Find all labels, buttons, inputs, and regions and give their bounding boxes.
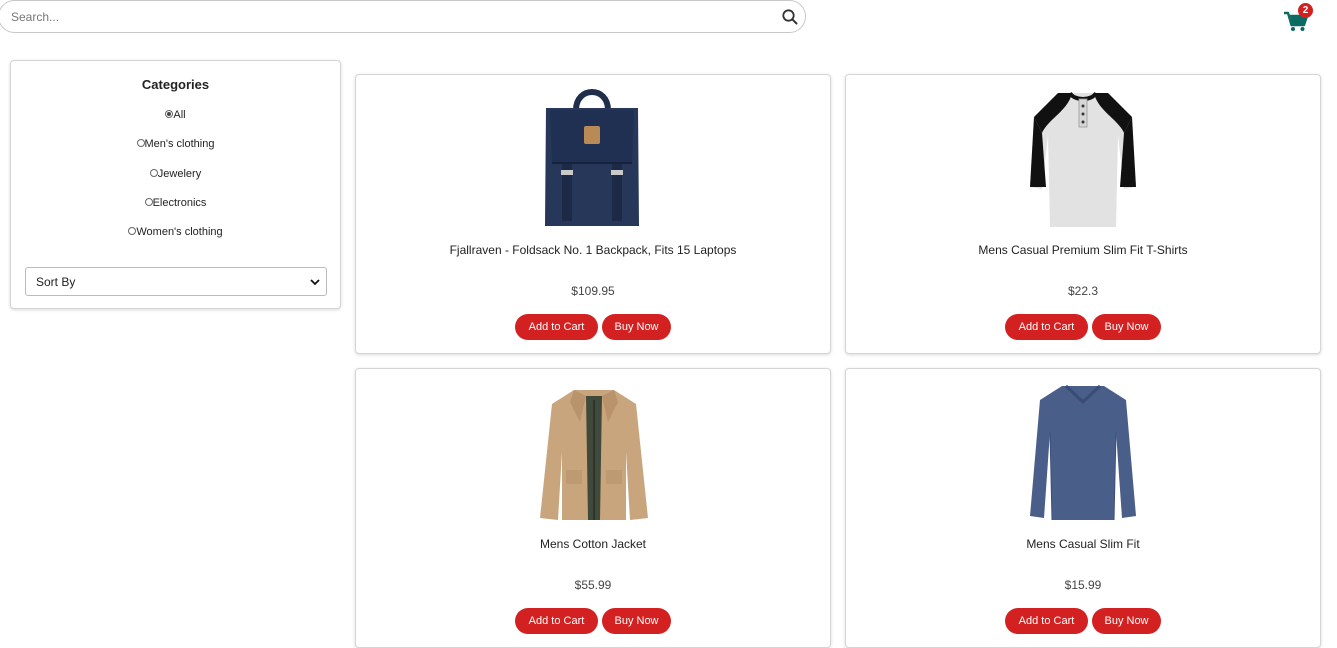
radio-button[interactable] — [144, 198, 153, 207]
product-card: Mens Casual Slim Fit $15.99 Add to Cart … — [845, 368, 1321, 648]
cart-count-badge: 2 — [1298, 3, 1313, 18]
product-card: Mens Casual Premium Slim Fit T-Shirts $2… — [845, 74, 1321, 354]
radio-button[interactable] — [136, 139, 145, 148]
product-title[interactable]: Mens Casual Slim Fit — [846, 537, 1320, 551]
search-icon[interactable] — [781, 8, 799, 26]
product-image — [1030, 91, 1136, 227]
product-price: $109.95 — [571, 284, 615, 298]
category-all[interactable]: All — [11, 109, 340, 121]
product-image — [1030, 384, 1136, 521]
category-mens-clothing[interactable]: Men's clothing — [11, 138, 340, 150]
product-image — [545, 89, 639, 226]
radio-button[interactable] — [149, 169, 158, 178]
product-card: Mens Cotton Jacket $55.99 Add to Cart Bu… — [355, 368, 831, 648]
product-title[interactable]: Fjallraven - Foldsack No. 1 Backpack, Fi… — [356, 243, 830, 257]
product-card: Fjallraven - Foldsack No. 1 Backpack, Fi… — [355, 74, 831, 354]
product-title[interactable]: Mens Casual Premium Slim Fit T-Shirts — [846, 243, 1320, 257]
product-price: $22.3 — [1067, 284, 1099, 298]
category-label: Jewelery — [157, 168, 202, 180]
buy-now-button[interactable]: Buy Now — [1092, 314, 1161, 340]
chevron-down-icon — [310, 279, 320, 286]
category-label: Electronics — [152, 197, 207, 209]
category-label: All — [173, 109, 186, 121]
add-to-cart-button[interactable]: Add to Cart — [515, 608, 598, 634]
buy-now-button[interactable]: Buy Now — [602, 608, 671, 634]
add-to-cart-button[interactable]: Add to Cart — [515, 314, 598, 340]
buy-now-button[interactable]: Buy Now — [602, 314, 671, 340]
categories-title: Categories — [141, 77, 210, 92]
add-to-cart-button[interactable]: Add to Cart — [1005, 608, 1088, 634]
product-price: $15.99 — [1064, 578, 1102, 592]
sort-by-select[interactable]: Sort By — [25, 267, 327, 296]
filter-sidebar: Categories All Men's clothing Jewelery E… — [10, 60, 341, 309]
add-to-cart-button[interactable]: Add to Cart — [1005, 314, 1088, 340]
search-bar — [0, 0, 806, 33]
product-price: $55.99 — [574, 578, 612, 592]
sort-by-label: Sort By — [36, 275, 76, 289]
search-input[interactable] — [11, 8, 771, 26]
category-jewelery[interactable]: Jewelery — [11, 168, 340, 180]
cart-button[interactable]: 2 — [1282, 3, 1313, 33]
category-electronics[interactable]: Electronics — [11, 197, 340, 209]
product-image — [540, 390, 648, 520]
product-title[interactable]: Mens Cotton Jacket — [356, 537, 830, 551]
category-label: Women's clothing — [136, 226, 223, 238]
category-womens-clothing[interactable]: Women's clothing — [11, 226, 340, 238]
buy-now-button[interactable]: Buy Now — [1092, 608, 1161, 634]
category-label: Men's clothing — [144, 138, 215, 150]
